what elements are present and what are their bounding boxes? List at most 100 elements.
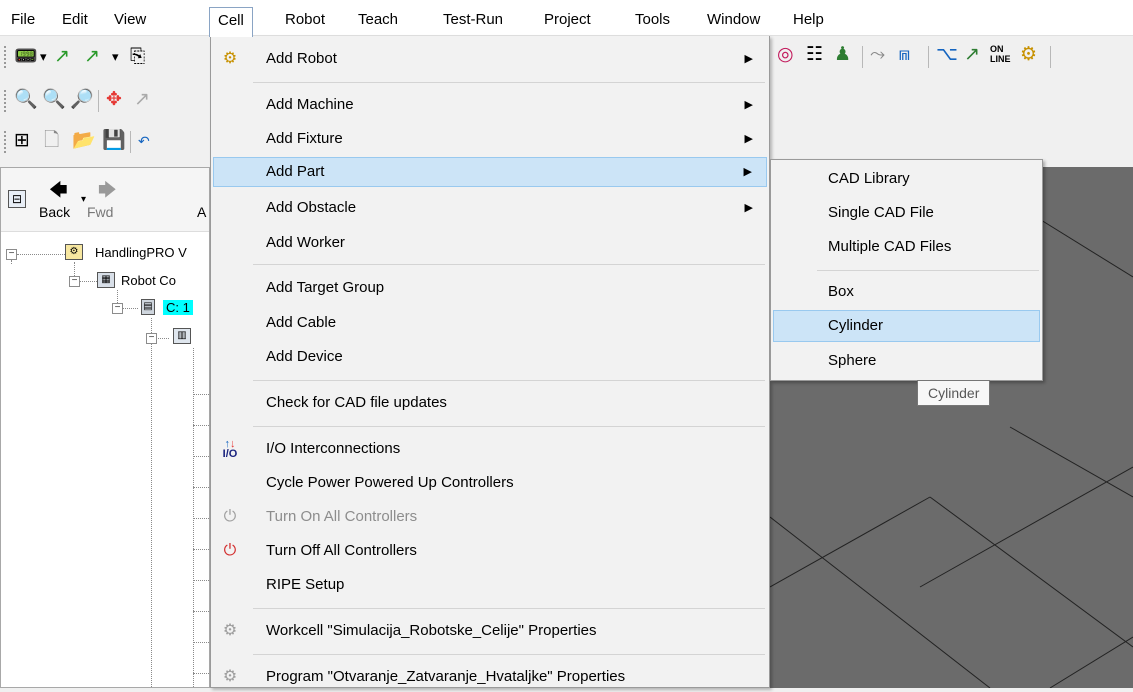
dropdown-arrow-icon[interactable]: ▾ — [112, 46, 119, 68]
menu-robot[interactable]: Robot — [285, 9, 325, 31]
menu-file[interactable]: File — [11, 9, 35, 31]
submenu-item-box[interactable]: Box — [773, 276, 1040, 308]
submenu-arrow-icon: ▶ — [744, 133, 753, 145]
tree-line — [193, 456, 209, 457]
measure-icon[interactable]: ⩎ — [899, 44, 910, 66]
cell-browser-panel: ⊟ 🡄 Back ▾ 🡆 Fwd A − ⚙ HandlingPRO V − ▦… — [0, 167, 210, 688]
menu-tools[interactable]: Tools — [635, 9, 670, 31]
center-icon[interactable]: ✥ — [106, 89, 122, 111]
submenu-item-multiple-cad-files[interactable]: Multiple CAD Files — [773, 231, 1040, 263]
dropdown-arrow-icon[interactable]: ▾ — [81, 194, 86, 205]
robot-controllers-icon: ▦ — [97, 272, 115, 288]
menu-item-cycle-power[interactable]: Cycle Power Powered Up Controllers — [213, 468, 767, 498]
program-icon[interactable]: ⎘ — [130, 46, 145, 68]
menu-item-add-worker[interactable]: Add Worker — [213, 228, 767, 258]
zoom-window-icon[interactable]: 🔎 — [70, 89, 94, 111]
menu-item-add-robot[interactable]: ⚙ Add Robot ▶ — [213, 44, 767, 74]
frame-c-icon[interactable]: ↗ — [964, 44, 980, 66]
toolbar-grip[interactable] — [4, 131, 7, 153]
worker-icon[interactable]: ♟ — [834, 44, 851, 66]
nav-extra-button[interactable]: A — [197, 204, 206, 220]
menu-view[interactable]: View — [114, 9, 146, 31]
navigation-toolbar: ⊟ 🡄 Back ▾ 🡆 Fwd A — [1, 168, 209, 232]
menu-item-ripe-setup[interactable]: RIPE Setup — [213, 570, 767, 600]
tree-line — [151, 318, 152, 687]
menu-teach[interactable]: Teach — [358, 9, 398, 31]
menu-item-add-device[interactable]: Add Device — [213, 342, 767, 372]
tree-line — [193, 611, 209, 612]
menu-item-label: Turn On All Controllers — [266, 508, 418, 525]
grid-icon[interactable]: ⊞ — [14, 130, 30, 152]
online-icon[interactable]: ON LINE — [990, 44, 1012, 64]
menu-cell[interactable]: Cell — [209, 7, 253, 37]
tree-collapse-toggle[interactable]: − — [146, 333, 157, 344]
toolbar-grip[interactable] — [4, 90, 7, 112]
menu-item-label: RIPE Setup — [266, 576, 345, 593]
back-button[interactable]: Back — [39, 204, 70, 220]
tree-item-root[interactable]: HandlingPRO V — [95, 245, 187, 260]
tree-collapse-toggle[interactable]: − — [69, 276, 80, 287]
io-tree-icon[interactable]: ⌥ — [936, 44, 958, 66]
zoom-out-icon[interactable]: 🔍 — [42, 89, 66, 111]
tree-line — [155, 338, 169, 339]
fit-icon[interactable]: ↗ — [134, 89, 150, 111]
submenu-item-single-cad-file[interactable]: Single CAD File — [773, 197, 1040, 229]
zoom-icon[interactable]: 🔍 — [14, 89, 38, 111]
toolbar-grip[interactable] — [4, 46, 7, 68]
menu-item-check-cad-updates[interactable]: Check for CAD file updates — [213, 388, 767, 418]
robot-arm-icon[interactable]: ⚙ — [1020, 44, 1037, 66]
add-robot-icon: ⚙ — [222, 50, 238, 67]
menu-item-label: Add Fixture — [266, 130, 343, 147]
menu-item-add-obstacle[interactable]: Add Obstacle ▶ — [213, 193, 767, 223]
menu-edit[interactable]: Edit — [62, 9, 88, 31]
menu-item-add-part[interactable]: Add Part ▶ — [213, 157, 767, 187]
submenu-item-cad-library[interactable]: CAD Library — [773, 163, 1040, 195]
menu-window[interactable]: Window — [707, 9, 760, 31]
forward-button[interactable]: Fwd — [87, 204, 113, 220]
menu-item-turn-on-controllers[interactable]: ⏻ Turn On All Controllers — [213, 502, 767, 532]
submenu-item-cylinder[interactable]: Cylinder — [773, 310, 1040, 342]
menu-item-label: Cycle Power Powered Up Controllers — [266, 474, 514, 491]
io-icon: ↑↓ I/O — [222, 438, 238, 460]
menu-item-label: Add Worker — [266, 234, 345, 251]
menu-item-add-machine[interactable]: Add Machine ▶ — [213, 90, 767, 120]
menu-item-io-interconnections[interactable]: ↑↓ I/O I/O Interconnections — [213, 434, 767, 464]
submenu-item-label: Sphere — [828, 352, 877, 369]
tree-item-robot-controllers[interactable]: Robot Co — [121, 273, 176, 288]
tree-line — [193, 394, 209, 395]
tree-line — [193, 673, 209, 674]
submenu-item-sphere[interactable]: Sphere — [773, 345, 1040, 377]
cell-menu: ⚙ Add Robot ▶ Add Machine ▶ Add Fixture … — [210, 36, 770, 688]
robot-icon: ▥ — [173, 328, 191, 344]
tree-collapse-toggle[interactable]: − — [112, 303, 123, 314]
target-icon[interactable]: ◎ — [777, 44, 794, 66]
submenu-arrow-icon: ▶ — [743, 166, 752, 178]
pendant-icon[interactable]: ☷ — [806, 44, 823, 66]
save-icon[interactable]: 💾 — [102, 130, 126, 152]
robot-teach-icon[interactable]: 📟 — [14, 46, 38, 68]
menu-separator — [253, 426, 765, 427]
menu-item-label: Add Machine — [266, 96, 354, 113]
undo-icon[interactable]: ↶ — [138, 130, 150, 152]
menu-help[interactable]: Help — [793, 9, 824, 31]
collapse-all-icon[interactable]: ⊟ — [8, 190, 26, 208]
new-file-icon[interactable]: 🗋 — [44, 130, 59, 152]
controller-icon: ▤ — [141, 299, 155, 315]
menu-item-add-fixture[interactable]: Add Fixture ▶ — [213, 124, 767, 154]
dropdown-arrow-icon[interactable]: ▾ — [40, 46, 47, 68]
menu-project[interactable]: Project — [544, 9, 591, 31]
tree-item-controller[interactable]: C: 1 — [163, 300, 193, 315]
menu-item-workcell-properties[interactable]: ⚙ Workcell "Simulacija_Robotske_Celije" … — [213, 616, 767, 646]
tree-collapse-toggle[interactable]: − — [6, 249, 17, 260]
tree-line — [193, 487, 209, 488]
menu-item-label: Add Target Group — [266, 279, 385, 296]
menu-item-add-cable[interactable]: Add Cable — [213, 308, 767, 338]
menu-item-turn-off-controllers[interactable]: ⏻ Turn Off All Controllers — [213, 536, 767, 566]
tree-line — [79, 281, 97, 282]
menu-item-add-target-group[interactable]: Add Target Group — [213, 273, 767, 303]
frame-b-icon[interactable]: ↗ — [84, 46, 100, 68]
frame-a-icon[interactable]: ↗ — [54, 46, 70, 68]
menu-test-run[interactable]: Test-Run — [443, 9, 503, 31]
cable-icon[interactable]: ⤳ — [870, 44, 885, 66]
open-folder-icon[interactable]: 📂 — [72, 130, 96, 152]
